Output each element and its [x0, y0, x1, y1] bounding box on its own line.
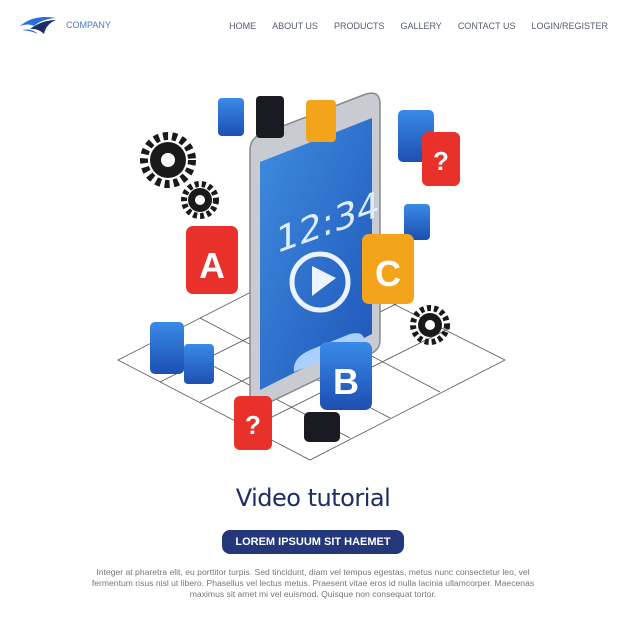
- cube-b: B: [320, 342, 372, 410]
- cta-button[interactable]: LOREM IPSUUM SIT HAEMET: [222, 530, 404, 554]
- main-nav: HOME ABOUT US PRODUCTS GALLERY CONTACT U…: [229, 21, 608, 31]
- nav-contact-us[interactable]: CONTACT US: [458, 21, 516, 31]
- video-tutorial-illustration: 12:34 A C B ? ?: [117, 92, 506, 461]
- wing-logo-icon: [20, 17, 56, 34]
- svg-text:C: C: [375, 253, 401, 294]
- cube-c: C: [362, 234, 414, 304]
- cube-a: A: [186, 226, 238, 294]
- nav-products[interactable]: PRODUCTS: [334, 21, 385, 31]
- svg-text:B: B: [333, 361, 359, 402]
- header: COMPANY HOME ABOUT US PRODUCTS GALLERY C…: [0, 0, 626, 52]
- body-text: Integer at pharetra elit, eu porttitor t…: [91, 567, 535, 599]
- nav-about-us[interactable]: ABOUT US: [272, 21, 318, 31]
- svg-text:?: ?: [245, 410, 261, 440]
- svg-text:A: A: [199, 245, 225, 286]
- nav-home[interactable]: HOME: [229, 21, 256, 31]
- company-logo[interactable]: COMPANY: [18, 14, 111, 36]
- nav-login-register[interactable]: LOGIN/REGISTER: [531, 21, 608, 31]
- company-name: COMPANY: [66, 20, 111, 30]
- page-title: Video tutorial: [235, 484, 391, 512]
- svg-text:?: ?: [433, 146, 449, 176]
- question-cube: ?: [234, 396, 272, 450]
- nav-gallery[interactable]: GALLERY: [400, 21, 441, 31]
- question-cube: ?: [422, 132, 460, 186]
